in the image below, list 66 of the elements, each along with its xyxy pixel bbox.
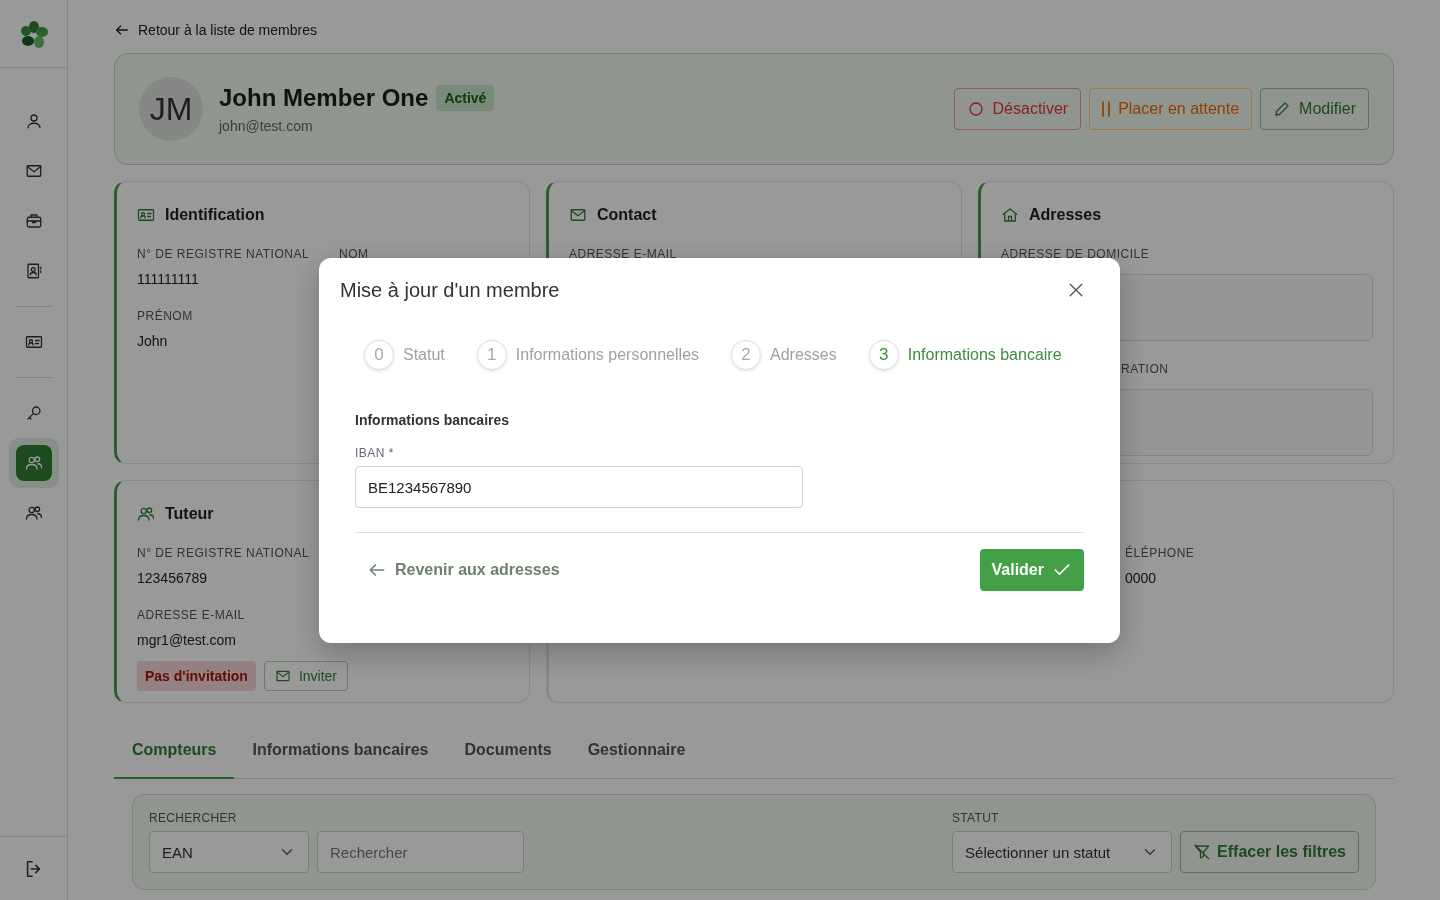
house-icon (1001, 206, 1019, 224)
field-label: ADRESSE E-MAIL (569, 247, 677, 261)
field-label: NOM (339, 247, 369, 261)
mail-icon (274, 668, 291, 684)
dialog-title: Mise à jour d'un membre (340, 278, 560, 302)
field-label: STATUT (952, 811, 1000, 825)
id-card-icon (24, 333, 43, 351)
clover-logo (18, 18, 49, 49)
stepper-step[interactable]: 0 Statut (364, 340, 445, 370)
status-select[interactable]: Sélectionner un statut (952, 831, 1173, 873)
field-label: PRÉNOM (137, 309, 193, 323)
tab[interactable]: Informations bancaires (234, 722, 447, 779)
deactivate-button[interactable]: Désactiver (953, 88, 1082, 130)
card-title: Tuteur (165, 505, 214, 523)
filter-off-icon (1193, 843, 1212, 861)
status-badge: Activé (436, 85, 495, 111)
field-label: RATION (1121, 362, 1169, 376)
nav-item[interactable] (8, 438, 59, 488)
field-label: ADRESSE E-MAIL (137, 608, 245, 622)
people-icon (24, 454, 43, 472)
tab[interactable]: Documents (446, 722, 570, 779)
field-label: RECHERCHER (149, 811, 238, 825)
card-title: Identification (165, 206, 265, 224)
arrow-left-icon (114, 22, 130, 38)
invite-button[interactable]: Inviter (263, 661, 349, 691)
back-button[interactable]: Revenir aux adresses (355, 552, 572, 588)
field-value: 0000 (1125, 570, 1157, 586)
briefcase-icon (24, 212, 43, 230)
iban-field[interactable]: BE1234567890 (355, 466, 803, 508)
card-title: Adresses (1029, 206, 1102, 224)
hold-button[interactable]: Placer en attente (1089, 88, 1253, 130)
tab[interactable]: Gestionnaire (569, 722, 704, 779)
mail-icon (569, 206, 587, 224)
stepper-step[interactable]: 2 Adresses (731, 340, 837, 370)
search-field[interactable]: Rechercher (317, 831, 524, 873)
field-value: John (137, 333, 168, 349)
field-value: mgr1@test.com (137, 632, 236, 648)
member-name: John Member One (219, 84, 429, 112)
contact-book-icon (24, 262, 43, 280)
field-label: N° DE REGISTRE NATIONAL (137, 546, 310, 560)
edit-button[interactable]: Modifier (1260, 88, 1369, 130)
person-icon (24, 112, 43, 130)
id-card-icon (137, 206, 155, 224)
people-icon (137, 505, 155, 523)
stepper-step[interactable]: 1 Informations personnelles (476, 340, 700, 370)
field-label: ADRESSE DE DOMICILE (1001, 247, 1150, 261)
circle-icon (966, 100, 985, 118)
field-label: N° DE REGISTRE NATIONAL (137, 247, 310, 261)
card-title: Contact (597, 206, 657, 224)
stepper-step[interactable]: 3 Informations bancaire (868, 340, 1062, 370)
tab[interactable]: Compteurs (114, 722, 235, 779)
avatar: JM (139, 77, 203, 141)
mail-icon (24, 162, 43, 180)
field-value: 123456789 (137, 570, 208, 586)
section-heading: Informations bancaires (355, 412, 511, 428)
member-email: john@test.com (219, 118, 314, 134)
search-type-select[interactable]: EAN (149, 831, 309, 873)
people-icon (24, 504, 43, 522)
field-label: ÉLÉPHONE (1125, 546, 1195, 560)
pause-icon (1102, 101, 1111, 117)
submit-button[interactable]: Valider (979, 549, 1084, 591)
field-label: IBAN * (355, 446, 395, 460)
clear-filters-button[interactable]: Effacer les filtres (1180, 831, 1359, 873)
back-link[interactable]: Retour à la liste de membres (114, 20, 317, 40)
field-value: 111111111 (137, 271, 199, 287)
invitation-status-badge: Pas d'invitation (137, 661, 256, 691)
